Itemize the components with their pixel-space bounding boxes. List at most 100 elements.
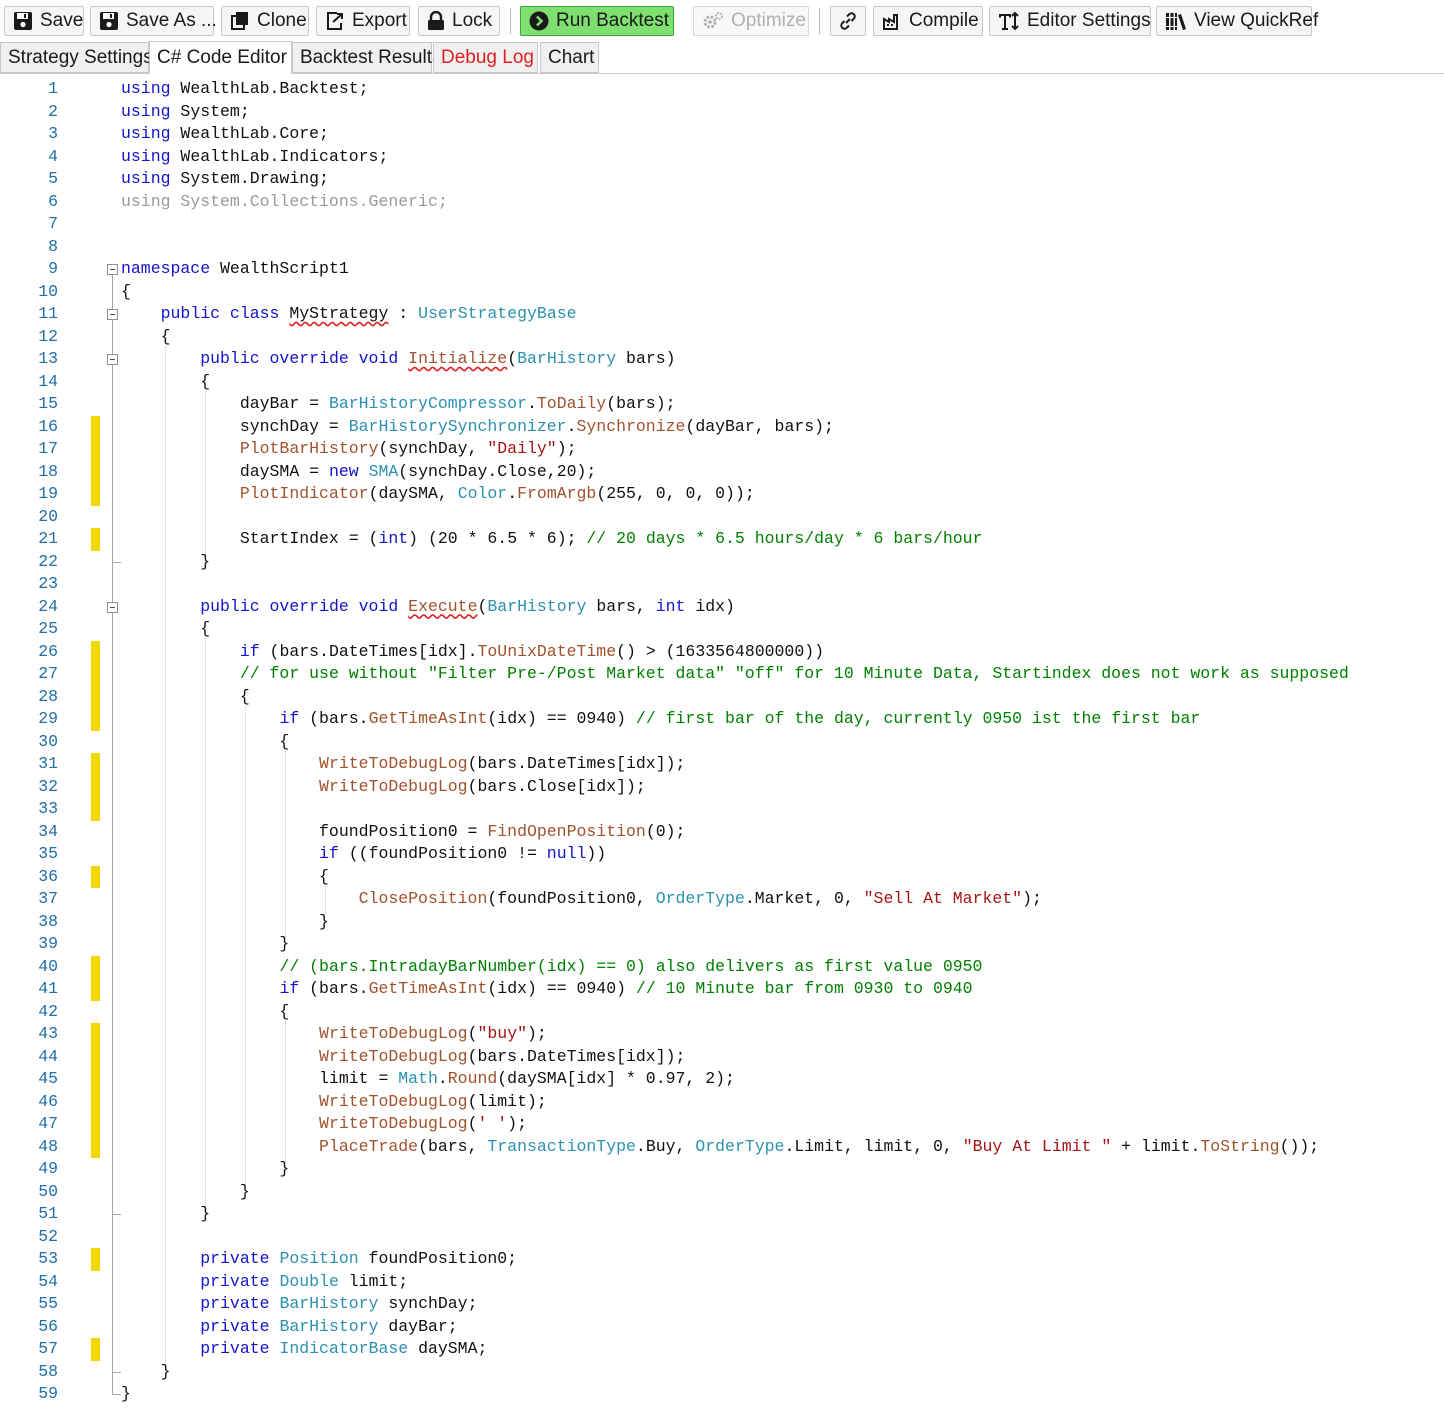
code-line[interactable]: 56 private BarHistory dayBar; <box>0 1316 1444 1339</box>
code-line[interactable]: 59} <box>0 1383 1444 1406</box>
code-line[interactable]: 26 if (bars.DateTimes[idx].ToUnixDateTim… <box>0 640 1444 664</box>
code-line[interactable]: 21 StartIndex = (int) (20 * 6.5 * 6); //… <box>0 528 1444 551</box>
code-line[interactable]: 42 { <box>0 1001 1444 1024</box>
code-line[interactable]: 58 } <box>0 1361 1444 1384</box>
code-line[interactable]: 37 ClosePosition(foundPosition0, OrderTy… <box>0 888 1444 911</box>
code-line[interactable]: 35 if ((foundPosition0 != null)) <box>0 843 1444 866</box>
code-line[interactable]: 2 using System; <box>0 101 1444 124</box>
code-line[interactable]: 51 } <box>0 1203 1444 1226</box>
code-line[interactable]: 29 if (bars.GetTimeAsInt(idx) == 0940) /… <box>0 708 1444 731</box>
code-line[interactable]: 54 private Double limit; <box>0 1271 1444 1294</box>
code-line[interactable]: 18 daySMA = new SMA(synchDay.Close,20); <box>0 460 1444 483</box>
code-line[interactable]: 34 foundPosition0 = FindOpenPosition(0); <box>0 821 1444 844</box>
lock-button[interactable]: Lock <box>418 6 500 36</box>
code-line[interactable]: 30 { <box>0 731 1444 754</box>
compile-button[interactable]: Compile <box>873 6 983 36</box>
code-line[interactable]: 49 } <box>0 1158 1444 1181</box>
code-line[interactable]: 1 using WealthLab.Backtest; <box>0 78 1444 101</box>
code-line[interactable]: 50 } <box>0 1181 1444 1204</box>
tab-code-editor[interactable]: C# Code Editor <box>149 41 292 74</box>
code-line[interactable]: 57 private IndicatorBase daySMA; <box>0 1338 1444 1361</box>
code-line[interactable]: 28 { <box>0 685 1444 708</box>
line-number: 25 <box>38 619 58 638</box>
code-token: int <box>378 529 409 548</box>
code-line[interactable]: 39 } <box>0 933 1444 956</box>
code-line[interactable]: 32 WriteToDebugLog(bars.Close[idx]); <box>0 775 1444 798</box>
code-line[interactable]: 12 { <box>0 326 1444 349</box>
code-token: .Limit, limit, 0, <box>784 1136 963 1156</box>
code-token: ClosePosition <box>358 889 488 908</box>
code-line[interactable]: 55 private BarHistory synchDay; <box>0 1293 1444 1316</box>
code-line[interactable]: 47 WriteToDebugLog(' '); <box>0 1113 1444 1136</box>
line-number: 19 <box>38 484 58 503</box>
code-line[interactable]: 38 } <box>0 911 1444 934</box>
save-as-button[interactable]: Save As ... <box>90 6 217 36</box>
code-line[interactable]: 25 { <box>0 618 1444 641</box>
code-line[interactable]: 3 using WealthLab.Core; <box>0 123 1444 146</box>
change-marker <box>91 1338 100 1361</box>
code-line[interactable]: 52 <box>0 1226 1444 1249</box>
code-line[interactable]: 15 dayBar = BarHistoryCompressor.ToDaily… <box>0 393 1444 416</box>
code-line[interactable]: 5 using System.Drawing; <box>0 168 1444 191</box>
code-line[interactable]: 45 limit = Math.Round(daySMA[idx] * 0.97… <box>0 1068 1444 1091</box>
code-line[interactable]: 17 PlotBarHistory(synchDay, "Daily"); <box>0 438 1444 461</box>
code-token: MyStrategy <box>289 304 389 323</box>
code-line[interactable]: 36 { <box>0 865 1444 888</box>
code-token: StartIndex = ( <box>121 529 379 548</box>
code-text: } <box>121 1181 250 1204</box>
code-editor[interactable]: 1 using WealthLab.Backtest; 2 using System;… <box>0 78 1444 1422</box>
code-line[interactable]: 20 <box>0 506 1444 529</box>
link-button[interactable] <box>830 6 866 36</box>
code-line[interactable]: 46 WriteToDebugLog(limit); <box>0 1090 1444 1113</box>
view-quickref-button[interactable]: View QuickRef <box>1156 6 1318 36</box>
code-line[interactable]: 19 PlotIndicator(daySMA, Color.FromArgb(… <box>0 483 1444 506</box>
export-button[interactable]: Export <box>316 6 410 36</box>
code-line[interactable]: 4 using WealthLab.Indicators; <box>0 146 1444 169</box>
line-number: 34 <box>38 821 58 841</box>
run-backtest-button[interactable]: Run Backtest <box>520 6 674 36</box>
code-line[interactable]: 40 // (bars.IntradayBarNumber(idx) == 0)… <box>0 955 1444 978</box>
code-line[interactable]: 10 { <box>0 281 1444 304</box>
tab-backtest-results[interactable]: Backtest Results <box>292 42 442 73</box>
code-line[interactable]: 53 private Position foundPosition0; <box>0 1248 1444 1271</box>
code-token: . <box>566 416 577 436</box>
code-line[interactable]: 44 WriteToDebugLog(bars.DateTimes[idx]); <box>0 1045 1444 1068</box>
change-marker <box>91 1023 100 1046</box>
code-line[interactable]: 43 WriteToDebugLog("buy"); <box>0 1023 1444 1046</box>
code-line[interactable]: 41 if (bars.GetTimeAsInt(idx) == 0940) /… <box>0 978 1444 1001</box>
line-number: 11 <box>38 304 58 323</box>
code-line[interactable]: 11 public class MyStrategy : UserStrateg… <box>0 303 1444 326</box>
code-line[interactable]: 14 { <box>0 371 1444 394</box>
code-line[interactable]: 9 namespace WealthScript1 <box>0 258 1444 281</box>
code-line[interactable]: 23 <box>0 573 1444 596</box>
code-line[interactable]: 16 synchDay = BarHistorySynchronizer.Syn… <box>0 415 1444 438</box>
code-token: WealthLab.Core; <box>170 124 329 143</box>
code-line[interactable]: 31 WriteToDebugLog(bars.DateTimes[idx]); <box>0 753 1444 776</box>
code-token: using <box>121 146 171 166</box>
code-text: PlotIndicator(daySMA, Color.FromArgb(255… <box>121 483 755 506</box>
tab-chart[interactable]: Chart <box>540 42 599 73</box>
code-token: { <box>121 731 290 751</box>
code-line[interactable]: 48 PlaceTrade(bars, TransactionType.Buy,… <box>0 1135 1444 1158</box>
clone-button[interactable]: Clone <box>221 6 309 36</box>
code-line[interactable]: 27 // for use without "Filter Pre-/Post … <box>0 663 1444 686</box>
editor-settings-button[interactable]: Editor Settings <box>989 6 1151 36</box>
code-line[interactable]: 8 <box>0 236 1444 259</box>
tab-strategy-settings[interactable]: Strategy Settings <box>0 42 153 73</box>
code-line[interactable]: 33 <box>0 798 1444 821</box>
code-text: { <box>121 1001 289 1024</box>
save-button[interactable]: Save <box>4 6 84 36</box>
tab-debug-log[interactable]: Debug Log <box>433 42 538 73</box>
code-line[interactable]: 13 public override void Initialize(BarHi… <box>0 348 1444 371</box>
code-token: BarHistory <box>279 1316 379 1336</box>
code-line[interactable]: 24 public override void Execute(BarHisto… <box>0 596 1444 619</box>
code-text: if (bars.DateTimes[idx].ToUnixDateTime()… <box>121 641 824 664</box>
optimize-button[interactable]: Optimize <box>693 6 809 36</box>
code-line[interactable]: 6 using System.Collections.Generic; <box>0 191 1444 214</box>
code-line[interactable]: 22 } <box>0 551 1444 574</box>
code-line[interactable]: 7 <box>0 213 1444 236</box>
line-number: 40 <box>38 956 58 976</box>
